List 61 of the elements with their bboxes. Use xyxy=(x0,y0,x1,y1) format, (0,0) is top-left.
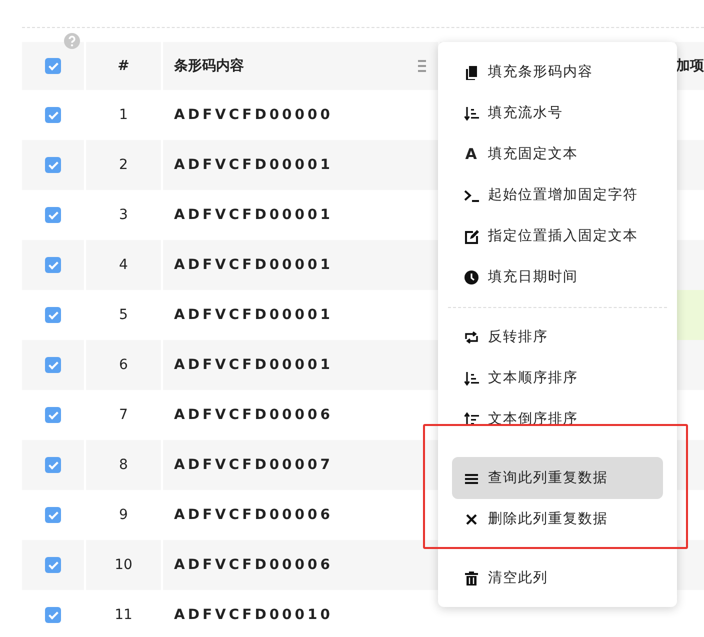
checkbox[interactable] xyxy=(45,307,61,323)
table-cell: ADFVCFD00001 xyxy=(163,140,438,190)
edit-icon xyxy=(464,229,479,244)
table-cell: 2 xyxy=(86,140,161,190)
font-icon: A xyxy=(464,147,479,162)
table-cell-text: 9 xyxy=(118,506,129,524)
table-cell: 6 xyxy=(86,340,161,390)
checkbox[interactable] xyxy=(45,507,61,523)
table-cell-text: 5 xyxy=(118,306,129,324)
table-cell: ADFVCFD00001 xyxy=(163,240,438,290)
checkbox[interactable] xyxy=(45,357,61,373)
menu-item[interactable]: 填充日期时间 xyxy=(452,257,663,298)
menu-item[interactable]: 反转排序 xyxy=(452,317,663,358)
column-header: # xyxy=(118,56,130,76)
menu-item[interactable]: A 填充固定文本 xyxy=(452,134,663,175)
trash-icon xyxy=(464,571,479,586)
checkbox[interactable] xyxy=(45,157,61,173)
clock-icon xyxy=(464,270,479,285)
help-icon[interactable] xyxy=(64,33,80,49)
menu-item[interactable]: 删除此列重复数据 xyxy=(452,499,663,540)
menu-item[interactable]: 起始位置增加固定字符 xyxy=(452,175,663,216)
table-cell: ADFVCFD00007 xyxy=(163,440,438,490)
table-cell: 10 xyxy=(86,540,161,590)
checkbox[interactable] xyxy=(45,58,61,74)
checkbox[interactable] xyxy=(45,107,61,123)
table-cell-text: ADFVCFD00001 xyxy=(173,206,334,224)
sort-ascending-icon xyxy=(464,371,479,386)
terminal-icon xyxy=(464,188,479,203)
menu-item[interactable]: 查询此列重复数据 xyxy=(452,457,663,499)
menu-item[interactable]: 指定位置插入固定文本 xyxy=(452,216,663,257)
checkbox[interactable] xyxy=(45,607,61,623)
table-cell: 4 xyxy=(86,240,161,290)
menu-item[interactable]: 文本顺序排序 xyxy=(452,358,663,399)
menu-item[interactable]: 填充条形码内容 xyxy=(452,52,663,93)
table-cell-text: 11 xyxy=(114,606,134,624)
table-cell-text: ADFVCFD00006 xyxy=(173,506,334,524)
table-cell-text: 1 xyxy=(118,106,129,124)
table-cell: ADFVCFD00006 xyxy=(163,540,438,590)
column-header: 条形码内容 xyxy=(174,56,244,76)
table-cell-text: ADFVCFD00001 xyxy=(173,306,334,324)
table-cell: 8 xyxy=(86,440,161,490)
checkbox[interactable] xyxy=(45,207,61,223)
checkbox[interactable] xyxy=(45,257,61,273)
copy-icon xyxy=(464,65,479,80)
checkbox[interactable] xyxy=(45,457,61,473)
checkbox[interactable] xyxy=(45,407,61,423)
table-cell-text: 3 xyxy=(118,206,129,224)
table-cell-text: ADFVCFD00006 xyxy=(173,406,334,424)
close-icon xyxy=(464,512,479,527)
menu-item[interactable]: 清空此列 xyxy=(452,558,663,599)
table-cell: ADFVCFD00001 xyxy=(163,340,438,390)
sort-descending-icon xyxy=(464,412,479,427)
column-header: 加项 xyxy=(675,42,704,90)
swap-icon xyxy=(464,330,479,345)
table-cell-text: ADFVCFD00010 xyxy=(173,606,334,624)
checkbox[interactable] xyxy=(45,557,61,573)
column-menu-icon[interactable] xyxy=(418,60,426,72)
menu-item[interactable]: 填充流水号 xyxy=(452,93,663,134)
table-cell-text: ADFVCFD00000 xyxy=(173,106,334,124)
table-cell-text: 7 xyxy=(118,406,129,424)
sort-ascending-icon xyxy=(464,106,479,121)
